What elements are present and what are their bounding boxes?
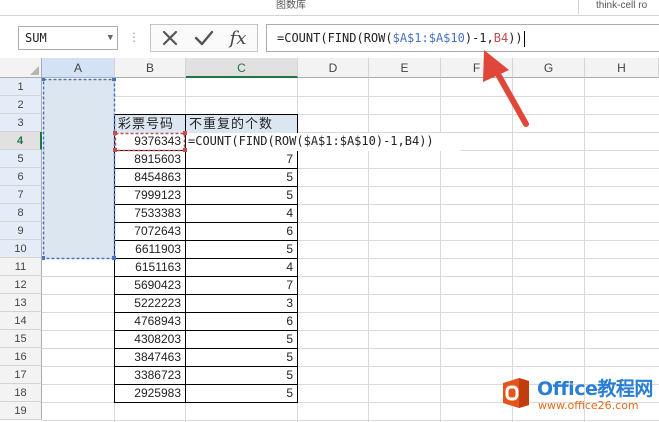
row-header-6[interactable]: 6 xyxy=(0,168,42,186)
formula-ref-range: $A$1:$A$10 xyxy=(392,31,465,45)
formula-bar: SUM ▼ ⋮ fx =COUNT(FIND(ROW($A$1:$A$10)-1… xyxy=(0,16,659,58)
ribbon-addin-label[interactable]: think-cell ro xyxy=(596,0,647,12)
row-header-15[interactable]: 15 xyxy=(0,330,42,348)
column-header-b[interactable]: B xyxy=(115,58,186,78)
row-header-16[interactable]: 16 xyxy=(0,348,42,366)
select-all-corner[interactable] xyxy=(0,58,42,78)
range-reference-borders xyxy=(41,77,187,260)
row-header-17[interactable]: 17 xyxy=(0,366,42,384)
formula-mid: )-1, xyxy=(464,31,494,45)
row-header-13[interactable]: 13 xyxy=(0,294,42,312)
check-icon[interactable] xyxy=(189,26,219,50)
fx-icon[interactable]: fx xyxy=(223,26,253,50)
range-border-a1-a10 xyxy=(42,78,116,260)
column-header-h[interactable]: H xyxy=(585,58,659,78)
range-handle[interactable] xyxy=(113,131,117,135)
watermark-url: www.office26.com xyxy=(538,399,639,412)
watermark: Office教程网 www.office26.com xyxy=(497,372,657,420)
ribbon-group-label: 图数库 xyxy=(276,0,306,11)
watermark-brand: Office教程网 xyxy=(537,378,653,400)
column-header-f[interactable]: F xyxy=(441,58,513,78)
office-logo-icon xyxy=(503,378,529,408)
row-header-10[interactable]: 10 xyxy=(0,240,42,258)
row-header-8[interactable]: 8 xyxy=(0,204,42,222)
row-header-5[interactable]: 5 xyxy=(0,150,42,168)
row-header-11[interactable]: 11 xyxy=(0,258,42,276)
worksheet-grid[interactable]: 彩票号码 不重复的个数 9376343 =COUNT(FIND(ROW($A$1… xyxy=(0,58,659,422)
column-header-g[interactable]: G xyxy=(513,58,585,78)
column-header-d[interactable]: D xyxy=(298,58,369,78)
formula-prefix: =COUNT(FIND(ROW( xyxy=(277,31,393,45)
row-header-2[interactable]: 2 xyxy=(0,96,42,114)
range-handle[interactable] xyxy=(183,131,187,135)
row-header-14[interactable]: 14 xyxy=(0,312,42,330)
formula-buttons: fx xyxy=(150,24,258,52)
ribbon-strip: 图数库 think-cell ro xyxy=(0,0,659,16)
grip-dots-icon: ⋮ xyxy=(128,30,140,44)
row-header-4[interactable]: 4 xyxy=(0,132,42,150)
ribbon-separator xyxy=(578,0,579,14)
row-header-18[interactable]: 18 xyxy=(0,384,42,402)
range-border-b4 xyxy=(114,132,186,152)
row-header-19[interactable]: 19 xyxy=(0,402,42,420)
close-icon[interactable] xyxy=(155,26,185,50)
text-caret xyxy=(523,30,525,47)
name-box[interactable]: SUM ▼ xyxy=(18,26,118,50)
formula-suffix: )) xyxy=(508,31,523,45)
name-box-value: SUM xyxy=(25,31,47,45)
range-handle[interactable] xyxy=(112,256,116,260)
formula-input[interactable]: =COUNT(FIND(ROW($A$1:$A$10)-1,B4)) xyxy=(266,24,659,52)
chevron-down-icon[interactable]: ▼ xyxy=(108,27,113,49)
row-header-9[interactable]: 9 xyxy=(0,222,42,240)
range-handle[interactable] xyxy=(183,148,187,152)
row-header-1[interactable]: 1 xyxy=(0,78,42,96)
range-handle[interactable] xyxy=(113,148,117,152)
column-header-c[interactable]: C xyxy=(186,58,298,78)
row-header-12[interactable]: 12 xyxy=(0,276,42,294)
column-header-e[interactable]: E xyxy=(369,58,441,78)
column-header-a[interactable]: A xyxy=(42,58,115,78)
formula-ref-cell: B4 xyxy=(493,31,509,45)
row-header-3[interactable]: 3 xyxy=(0,114,42,132)
row-header-7[interactable]: 7 xyxy=(0,186,42,204)
